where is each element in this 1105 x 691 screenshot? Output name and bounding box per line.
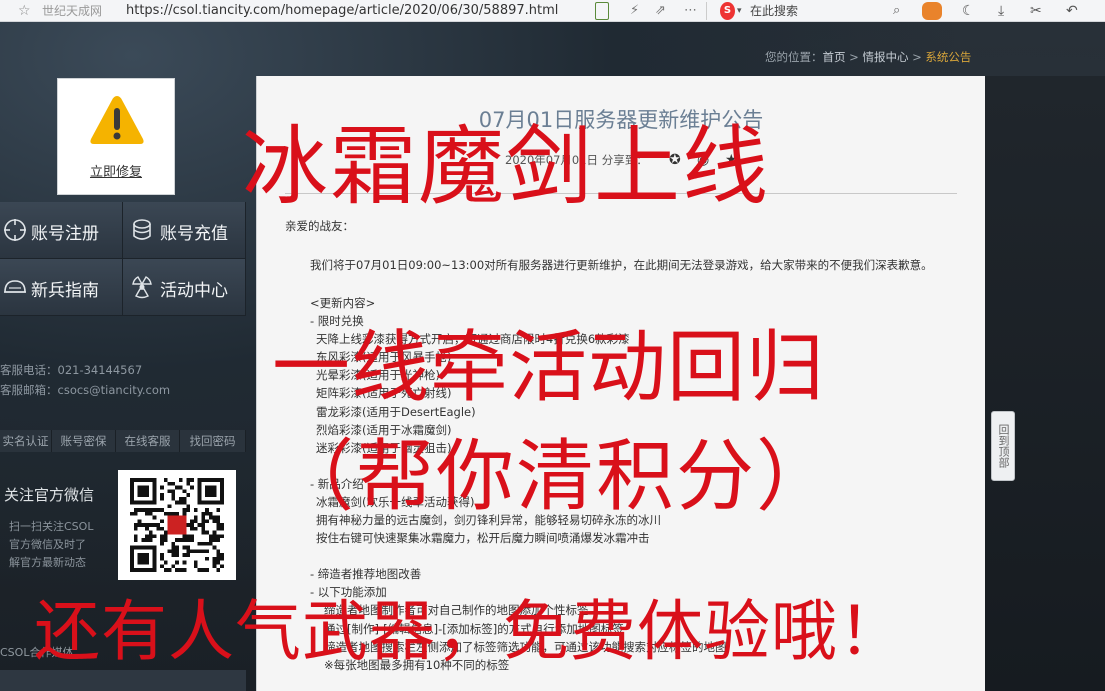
bookmark-star-icon[interactable]: ☆ <box>18 2 31 20</box>
download-icon[interactable]: ⤓ <box>998 2 1004 20</box>
undo-icon[interactable]: ↶ <box>1066 2 1078 20</box>
nav-account-register[interactable]: 账号注册 <box>0 202 123 259</box>
coin-icon <box>133 219 151 240</box>
link-realname-auth[interactable]: 实名认证 <box>0 430 52 452</box>
breadcrumb-home-link[interactable]: 首页 <box>823 50 846 64</box>
wechat-title: 关注官方微信 <box>4 486 95 504</box>
back-to-top-button[interactable]: 回到顶部 <box>991 411 1015 481</box>
breadcrumb-current-link[interactable]: 系统公告 <box>925 50 971 64</box>
wechat-desc-line: 解官方最新动态 <box>9 556 86 569</box>
wechat-qr-code <box>118 470 236 580</box>
nav-label: 账号注册 <box>31 224 99 244</box>
right-background-strip <box>985 76 1105 691</box>
chevron-down-icon[interactable]: ▾ <box>737 2 742 20</box>
search-icon[interactable]: ⌕ <box>893 2 900 20</box>
url-field[interactable]: https://csol.tiancity.com/homepage/artic… <box>126 2 558 20</box>
breadcrumb-separator: > <box>908 50 926 64</box>
link-online-support[interactable]: 在线客服 <box>116 430 180 452</box>
breadcrumb-separator: > <box>845 50 863 64</box>
search-input[interactable]: 在此搜索 <box>750 2 798 20</box>
nav-account-recharge[interactable]: 账号充值 <box>123 202 246 259</box>
breadcrumb-section-link[interactable]: 情报中心 <box>862 50 908 64</box>
link-recover-password[interactable]: 找回密码 <box>180 430 246 452</box>
game-controller-icon[interactable] <box>922 2 942 20</box>
browser-address-bar: ☆ 世纪天成网 https://csol.tiancity.com/homepa… <box>0 0 1105 22</box>
quick-nav: 账号注册 账号充值 新兵指南 活动中心 <box>0 202 246 316</box>
crosshair-icon <box>4 219 26 241</box>
overlay-caption-1: 冰霜魔剑上线 <box>242 117 770 217</box>
breadcrumb-prefix: 您的位置： <box>765 50 823 64</box>
nav-event-center[interactable]: 活动中心 <box>123 259 246 316</box>
contact-info: 客服电话：021-34144567 客服邮箱：csocs@tiancity.co… <box>0 360 170 400</box>
repair-card[interactable]: 立即修复 <box>57 78 175 195</box>
service-phone: 客服电话：021-34144567 <box>0 363 143 377</box>
breadcrumb: 您的位置：首页 > 情报中心 > 系统公告 <box>765 49 971 65</box>
moon-icon[interactable]: ☾ <box>962 2 975 20</box>
link-account-security[interactable]: 账号密保 <box>52 430 116 452</box>
lightning-icon[interactable]: ⚡ <box>630 2 639 20</box>
warning-icon <box>90 96 144 144</box>
nav-newbie-guide[interactable]: 新兵指南 <box>0 259 123 316</box>
overlay-caption-2: 一线牵活动回归 <box>272 323 826 413</box>
site-name: 世纪天成网 <box>42 4 103 18</box>
nav-label: 账号充值 <box>160 224 228 244</box>
overlay-caption-3: （帮你清积分） <box>276 432 837 522</box>
wechat-desc-line: 官方微信及时了 <box>9 538 86 551</box>
scissors-icon[interactable]: ✂ <box>1030 2 1042 20</box>
share-icon[interactable]: ⇗ <box>655 2 666 20</box>
search-engine-icon[interactable]: S <box>720 2 735 20</box>
overlay-caption-4: 还有人气武器，免费体验哦！ <box>34 593 905 670</box>
account-links: 实名认证 账号密保 在线客服 找回密码 <box>0 430 246 452</box>
more-icon[interactable]: ⋯ <box>684 2 697 20</box>
wechat-desc-line: 扫一扫关注CSOL <box>9 520 94 533</box>
service-email: 客服邮箱：csocs@tiancity.com <box>0 383 171 397</box>
qr-code-icon <box>130 478 224 572</box>
radiation-icon <box>132 276 152 299</box>
toolbar-divider <box>706 2 707 20</box>
wechat-section: 关注官方微信 扫一扫关注CSOL 官方微信及时了 解官方最新动态 <box>0 466 246 584</box>
article-notice: 我们将于07月01日09:00~13:00对所有服务器进行更新维护，在此期间无法… <box>310 258 933 272</box>
reader-mode-icon[interactable] <box>595 2 609 20</box>
repair-now-link[interactable]: 立即修复 <box>58 161 174 180</box>
nav-label: 新兵指南 <box>31 281 99 301</box>
nav-label: 活动中心 <box>160 281 228 301</box>
update-line: 按住右键可快速聚集冰霜魔力，松开后魔力瞬间喷涌爆发冰霜冲击 <box>316 531 650 546</box>
helmet-icon <box>4 280 26 293</box>
wechat-description: 扫一扫关注CSOL 官方微信及时了 解官方最新动态 <box>9 518 93 572</box>
